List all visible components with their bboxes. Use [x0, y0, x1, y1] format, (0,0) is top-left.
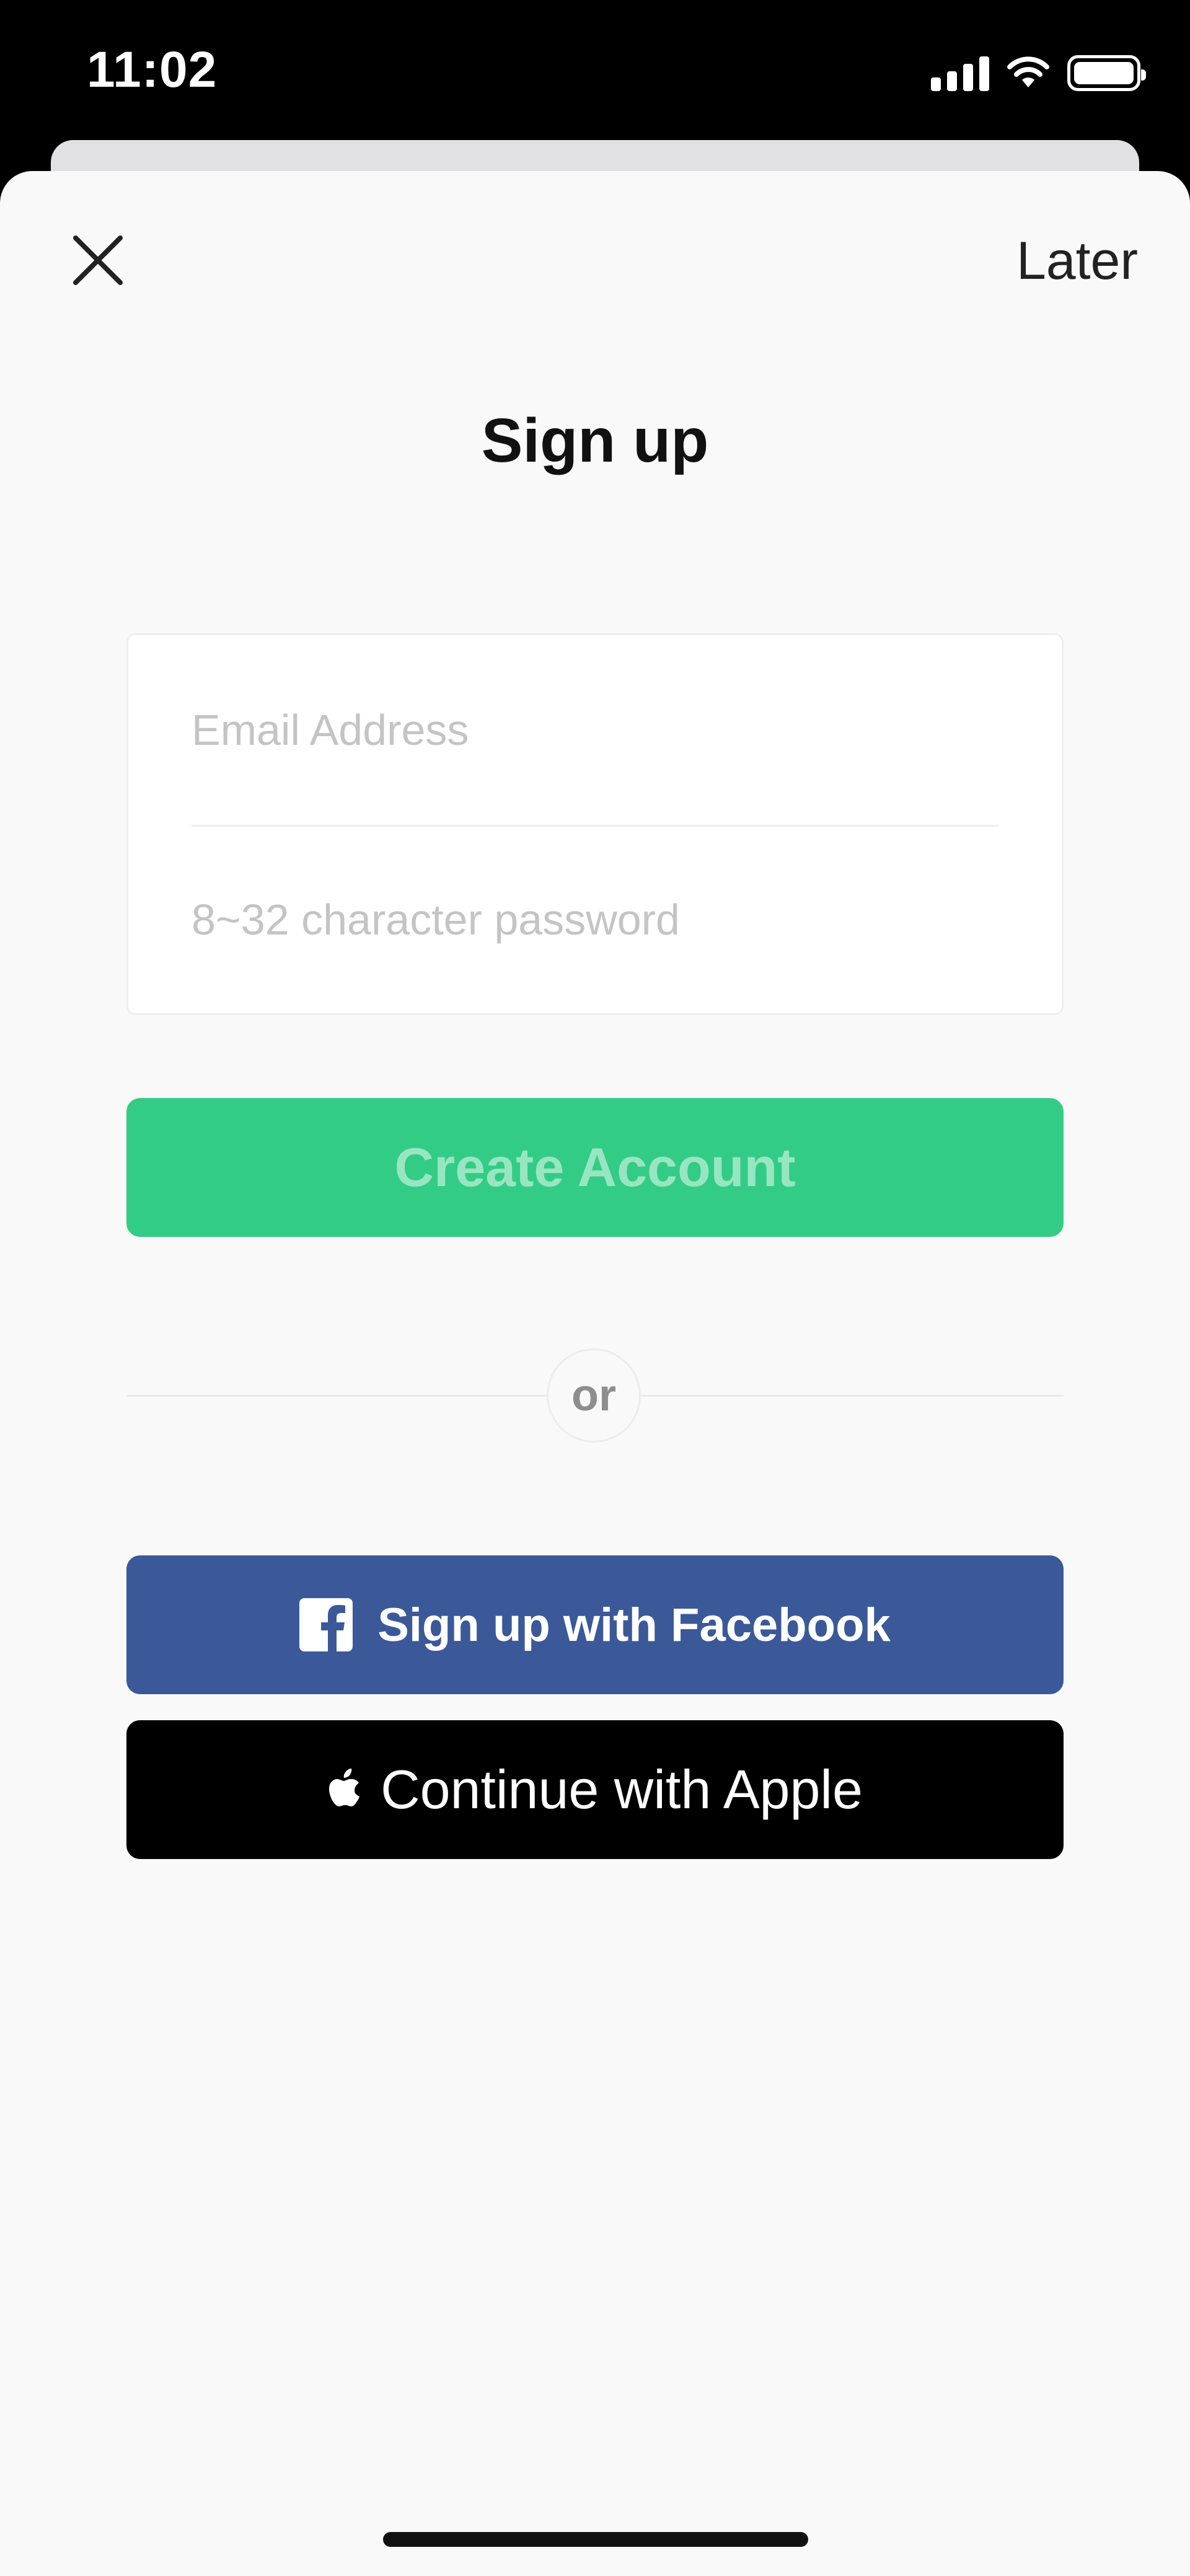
email-field[interactable]: [192, 635, 998, 825]
or-label: or: [571, 1371, 616, 1420]
apple-label: Continue with Apple: [381, 1759, 863, 1820]
signal-icon: [931, 55, 989, 91]
or-divider-badge: or: [547, 1348, 641, 1443]
apple-icon: [329, 1769, 360, 1806]
page-title: Sign up: [481, 406, 709, 475]
later-button[interactable]: Later: [1016, 231, 1138, 292]
status-bar: 11:02: [0, 0, 1190, 143]
apple-signin-button[interactable]: Continue with Apple: [126, 1720, 1064, 1859]
create-account-label: Create Account: [394, 1136, 796, 1198]
create-account-button[interactable]: Create Account: [126, 1098, 1064, 1237]
facebook-icon: [299, 1598, 353, 1651]
password-field[interactable]: [192, 825, 998, 1014]
wifi-icon: [1007, 56, 1049, 87]
home-indicator: [383, 2532, 808, 2547]
battery-icon: [1067, 55, 1146, 91]
signup-form: [126, 633, 1064, 1015]
facebook-label: Sign up with Facebook: [377, 1598, 891, 1651]
facebook-signup-button[interactable]: Sign up with Facebook: [126, 1555, 1064, 1694]
close-button[interactable]: [67, 229, 129, 291]
battery-tip: [1141, 69, 1146, 81]
status-icons: [931, 53, 1146, 94]
status-time: 11:02: [87, 42, 218, 98]
battery-level: [1074, 62, 1134, 84]
close-icon: [73, 235, 123, 285]
